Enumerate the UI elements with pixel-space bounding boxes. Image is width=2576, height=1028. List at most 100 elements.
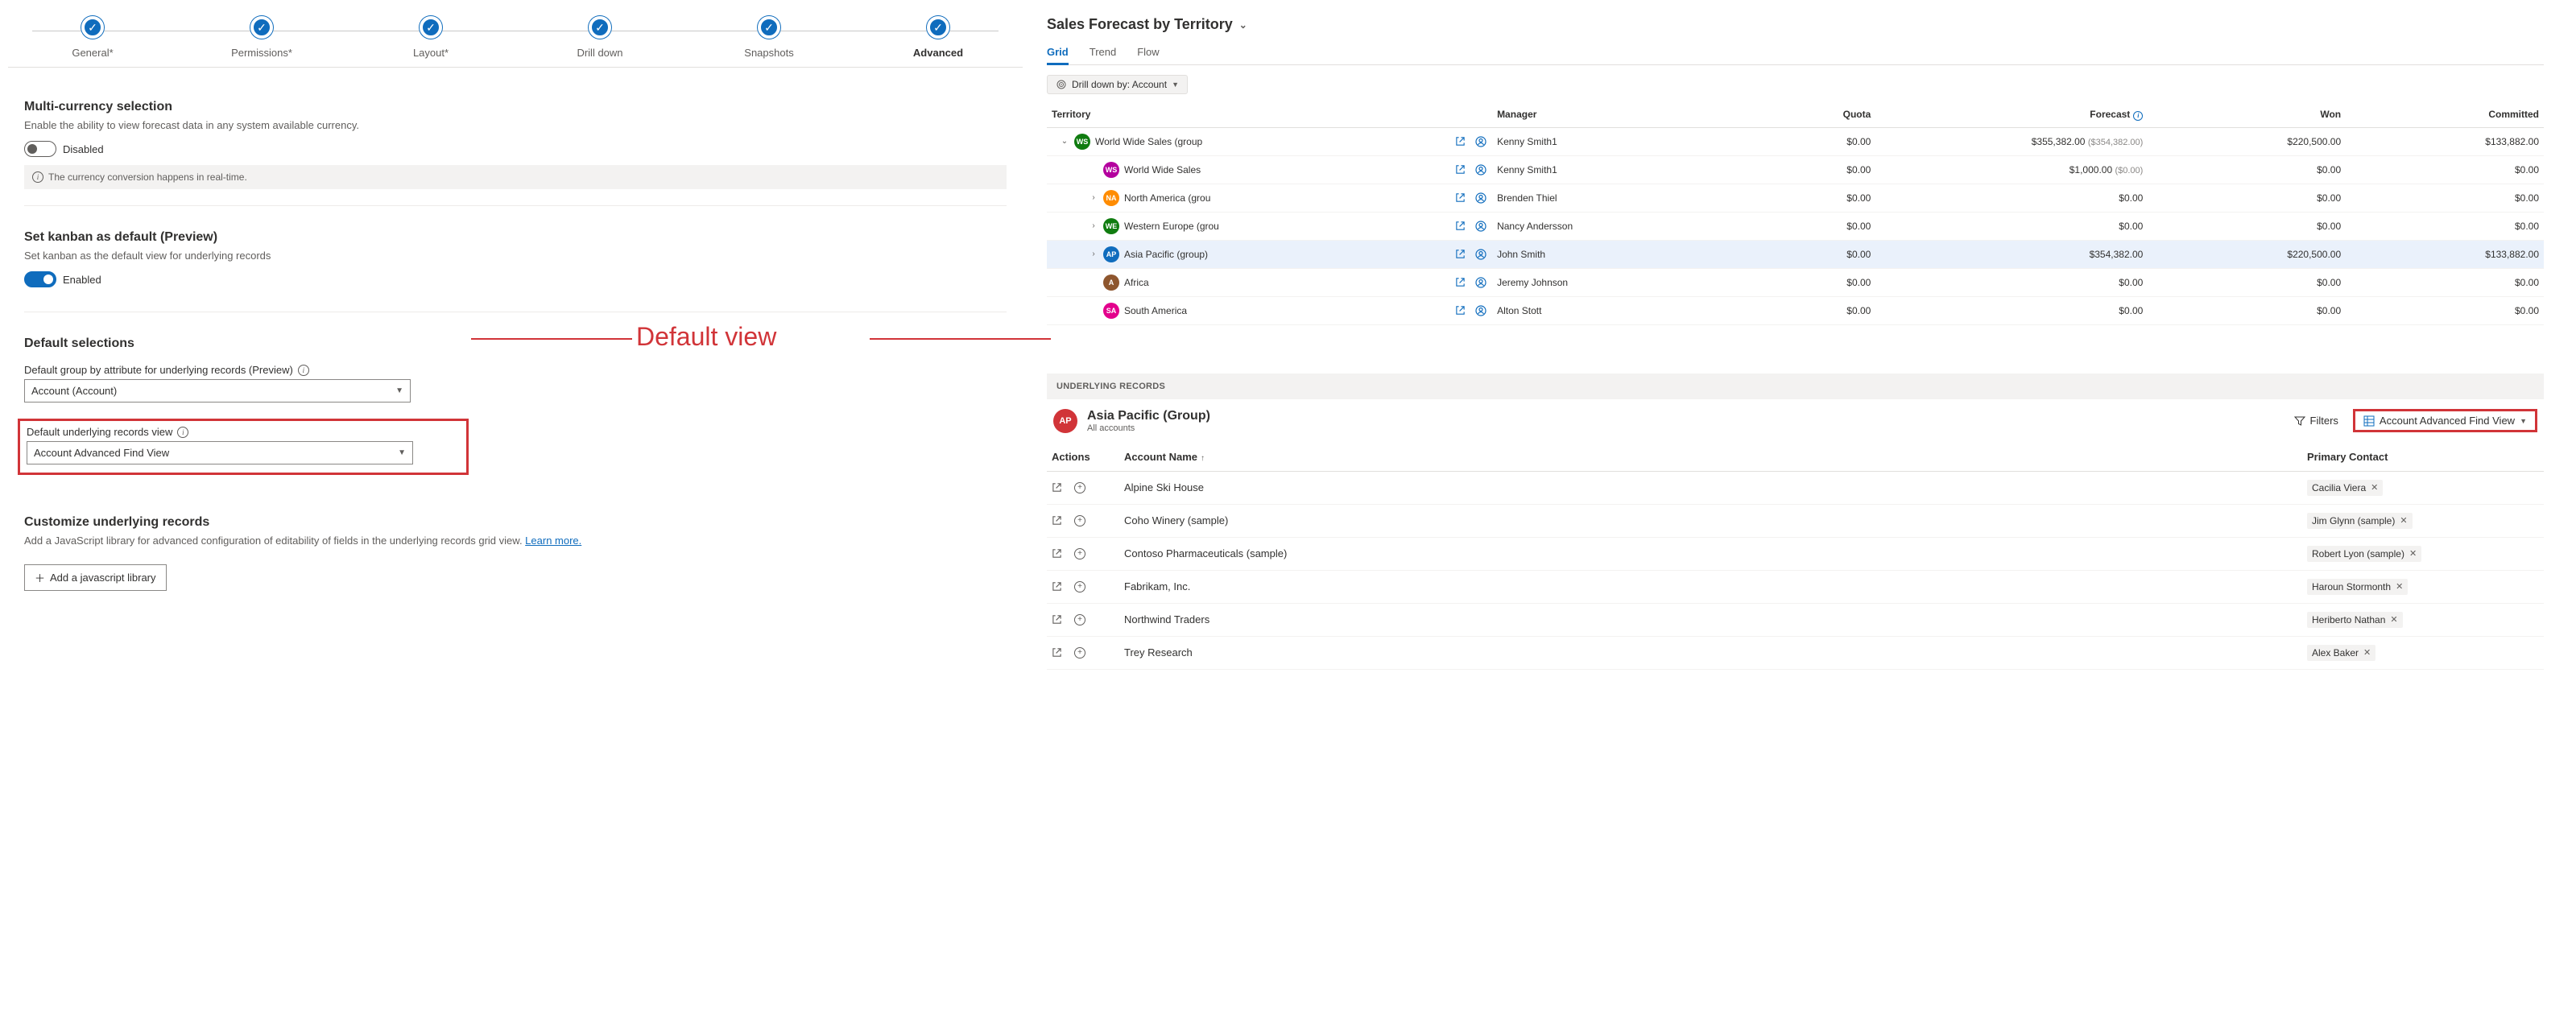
info-icon: i bbox=[32, 171, 43, 183]
forecast-row[interactable]: ›NANorth America (grouBrenden Thiel$0.00… bbox=[1047, 184, 2544, 212]
user-chart-icon[interactable] bbox=[1474, 192, 1487, 204]
manager-cell: John Smith bbox=[1492, 240, 1715, 268]
step-snapshots[interactable]: ✓Snapshots bbox=[684, 16, 854, 59]
user-chart-icon[interactable] bbox=[1474, 220, 1487, 233]
expand-chevron-icon[interactable]: › bbox=[1089, 193, 1098, 202]
popout-icon[interactable] bbox=[1453, 220, 1466, 233]
default-view-dropdown[interactable]: Account Advanced Find View ▼ bbox=[27, 441, 413, 464]
col-committed[interactable]: Committed bbox=[2346, 102, 2544, 127]
step-advanced[interactable]: ✓Advanced bbox=[854, 16, 1023, 59]
popout-icon[interactable] bbox=[1453, 192, 1466, 204]
contact-chip[interactable]: Alex Baker ✕ bbox=[2307, 645, 2375, 661]
popout-icon[interactable] bbox=[1052, 482, 1063, 493]
popout-icon[interactable] bbox=[1052, 515, 1063, 526]
dropdown-value: Account Advanced Find View bbox=[34, 447, 169, 459]
expand-chevron-icon[interactable]: ⌄ bbox=[1060, 137, 1069, 146]
record-row[interactable]: +Trey ResearchAlex Baker ✕ bbox=[1047, 636, 2544, 669]
popout-icon[interactable] bbox=[1453, 304, 1466, 317]
committed-cell: $0.00 bbox=[2346, 296, 2544, 324]
col-primary-contact[interactable]: Primary Contact bbox=[2302, 443, 2544, 472]
popout-icon[interactable] bbox=[1052, 614, 1063, 625]
user-chart-icon[interactable] bbox=[1474, 163, 1487, 176]
add-icon[interactable]: + bbox=[1074, 581, 1085, 592]
expand-chevron-icon[interactable]: › bbox=[1089, 221, 1098, 230]
record-row[interactable]: +Alpine Ski HouseCacilia Viera ✕ bbox=[1047, 471, 2544, 504]
step-general[interactable]: ✓General* bbox=[8, 16, 177, 59]
check-icon: ✓ bbox=[758, 16, 780, 39]
quota-cell: $0.00 bbox=[1715, 268, 1876, 296]
manager-cell: Kenny Smith1 bbox=[1492, 127, 1715, 155]
tab-trend[interactable]: Trend bbox=[1090, 41, 1116, 64]
forecast-row[interactable]: ›WEWestern Europe (grouNancy Andersson$0… bbox=[1047, 212, 2544, 240]
user-chart-icon[interactable] bbox=[1474, 304, 1487, 317]
forecast-title[interactable]: Sales Forecast by Territory ⌄ bbox=[1047, 16, 2544, 33]
col-forecast[interactable]: Forecasti bbox=[1875, 102, 2148, 127]
user-chart-icon[interactable] bbox=[1474, 276, 1487, 289]
popout-icon[interactable] bbox=[1052, 581, 1063, 592]
multi-currency-toggle[interactable]: Disabled bbox=[24, 141, 1007, 157]
forecast-cell: $0.00 bbox=[1875, 184, 2148, 212]
remove-icon[interactable]: ✕ bbox=[2363, 647, 2371, 658]
contact-chip[interactable]: Jim Glynn (sample) ✕ bbox=[2307, 513, 2413, 529]
underlying-subtitle: All accounts bbox=[1087, 423, 1210, 433]
popout-icon[interactable] bbox=[1453, 163, 1466, 176]
kanban-desc: Set kanban as the default view for under… bbox=[24, 250, 1007, 262]
expand-chevron-icon[interactable]: › bbox=[1089, 250, 1098, 258]
col-won[interactable]: Won bbox=[2148, 102, 2346, 127]
drill-down-button[interactable]: Drill down by: Account ▼ bbox=[1047, 75, 1188, 94]
col-quota[interactable]: Quota bbox=[1715, 102, 1876, 127]
tab-grid[interactable]: Grid bbox=[1047, 41, 1069, 65]
territory-badge: AP bbox=[1053, 409, 1077, 433]
remove-icon[interactable]: ✕ bbox=[2396, 581, 2403, 592]
contact-chip[interactable]: Robert Lyon (sample) ✕ bbox=[2307, 546, 2421, 562]
tab-flow[interactable]: Flow bbox=[1137, 41, 1159, 64]
contact-chip[interactable]: Cacilia Viera ✕ bbox=[2307, 480, 2383, 496]
forecast-tabs: Grid Trend Flow bbox=[1047, 41, 2544, 65]
contact-chip[interactable]: Heriberto Nathan ✕ bbox=[2307, 612, 2403, 628]
remove-icon[interactable]: ✕ bbox=[2371, 482, 2378, 493]
col-actions[interactable]: Actions bbox=[1047, 443, 1119, 472]
manager-cell: Kenny Smith1 bbox=[1492, 155, 1715, 184]
step-drilldown[interactable]: ✓Drill down bbox=[515, 16, 684, 59]
user-chart-icon[interactable] bbox=[1474, 135, 1487, 148]
col-territory[interactable]: Territory bbox=[1047, 102, 1406, 127]
forecast-row[interactable]: ›APAsia Pacific (group)John Smith$0.00$3… bbox=[1047, 240, 2544, 268]
add-icon[interactable]: + bbox=[1074, 482, 1085, 493]
add-icon[interactable]: + bbox=[1074, 515, 1085, 526]
add-icon[interactable]: + bbox=[1074, 647, 1085, 658]
col-manager[interactable]: Manager bbox=[1492, 102, 1715, 127]
remove-icon[interactable]: ✕ bbox=[2390, 614, 2397, 625]
chevron-down-icon: ▼ bbox=[2520, 417, 2527, 425]
record-row[interactable]: +Coho Winery (sample)Jim Glynn (sample) … bbox=[1047, 504, 2544, 537]
record-row[interactable]: +Northwind TradersHeriberto Nathan ✕ bbox=[1047, 603, 2544, 636]
learn-more-link[interactable]: Learn more. bbox=[525, 535, 581, 547]
forecast-row[interactable]: ⌄WSWorld Wide Sales (groupKenny Smith1$0… bbox=[1047, 127, 2544, 155]
contact-chip[interactable]: Haroun Stormonth ✕ bbox=[2307, 579, 2408, 595]
kanban-toggle[interactable]: Enabled bbox=[24, 271, 1007, 287]
popout-icon[interactable] bbox=[1052, 647, 1063, 658]
record-row[interactable]: +Fabrikam, Inc.Haroun Stormonth ✕ bbox=[1047, 570, 2544, 603]
record-row[interactable]: +Contoso Pharmaceuticals (sample)Robert … bbox=[1047, 537, 2544, 570]
popout-icon[interactable] bbox=[1453, 248, 1466, 261]
forecast-row[interactable]: AAfricaJeremy Johnson$0.00$0.00$0.00$0.0… bbox=[1047, 268, 2544, 296]
group-by-dropdown[interactable]: Account (Account) ▼ bbox=[24, 379, 411, 403]
add-js-library-button[interactable]: ＋ Add a javascript library bbox=[24, 564, 167, 591]
popout-icon[interactable] bbox=[1453, 135, 1466, 148]
remove-icon[interactable]: ✕ bbox=[2400, 515, 2407, 526]
step-permissions[interactable]: ✓Permissions* bbox=[177, 16, 346, 59]
chevron-down-icon: ▼ bbox=[1172, 81, 1179, 89]
kanban-title: Set kanban as default (Preview) bbox=[24, 230, 1007, 245]
user-chart-icon[interactable] bbox=[1474, 248, 1487, 261]
forecast-row[interactable]: WSWorld Wide SalesKenny Smith1$0.00$1,00… bbox=[1047, 155, 2544, 184]
popout-icon[interactable] bbox=[1052, 548, 1063, 559]
popout-icon[interactable] bbox=[1453, 276, 1466, 289]
step-layout[interactable]: ✓Layout* bbox=[346, 16, 515, 59]
col-account-name[interactable]: Account Name↑ bbox=[1119, 443, 2302, 472]
forecast-row[interactable]: SASouth AmericaAlton Stott$0.00$0.00$0.0… bbox=[1047, 296, 2544, 324]
add-icon[interactable]: + bbox=[1074, 614, 1085, 625]
underlying-title-block: Asia Pacific (Group) All accounts bbox=[1087, 409, 1210, 433]
add-icon[interactable]: + bbox=[1074, 548, 1085, 559]
view-selector-highlight[interactable]: Account Advanced Find View ▼ bbox=[2353, 409, 2537, 432]
filters-button[interactable]: Filters bbox=[2294, 415, 2338, 427]
remove-icon[interactable]: ✕ bbox=[2409, 548, 2417, 559]
